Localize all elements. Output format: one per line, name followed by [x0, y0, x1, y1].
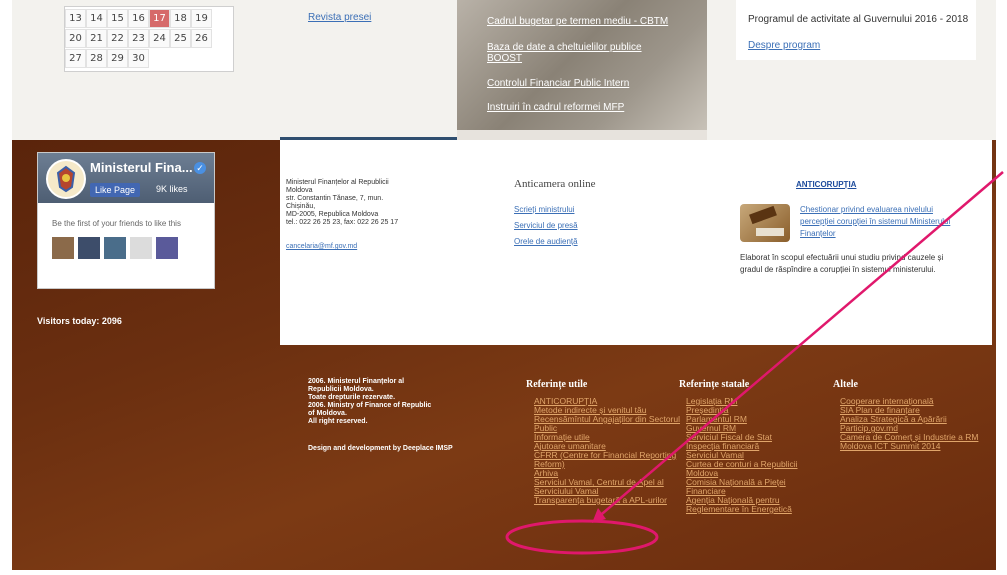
annotation-arrow — [595, 171, 1004, 520]
annotation-overlay — [505, 171, 1004, 555]
annotation-ellipse — [505, 519, 659, 555]
